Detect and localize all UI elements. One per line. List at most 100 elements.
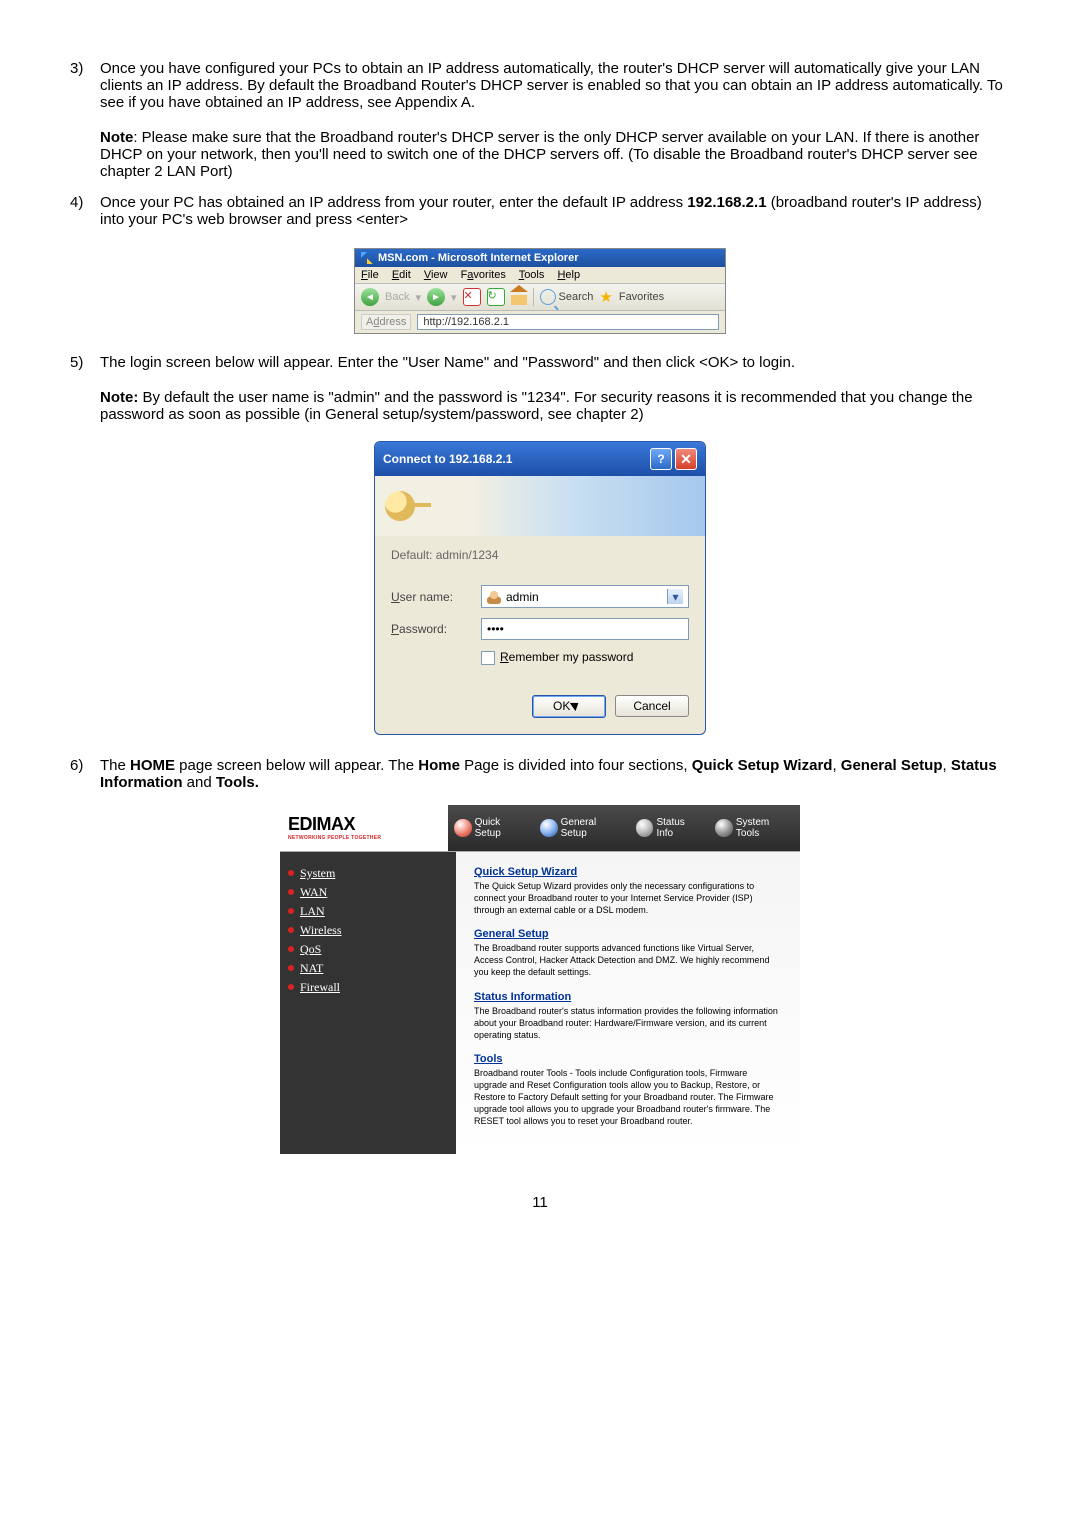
username-label: User name:User name: — [391, 580, 481, 613]
tab-status-info[interactable]: Status Info — [630, 817, 709, 839]
ie-logo-icon — [361, 252, 373, 264]
address-label: AddressAddress — [361, 314, 411, 330]
ok-button[interactable]: OK — [532, 695, 606, 718]
sidebar-item-qos[interactable]: QoS — [288, 942, 448, 957]
favorites-button[interactable]: Favorites — [619, 291, 664, 303]
home-sidebar: System WAN LAN Wireless QoS NAT Firewall — [280, 852, 456, 1154]
step-6-number: 6) — [70, 757, 100, 791]
ie-addressbar: AddressAddress http://192.168.2.1 — [355, 311, 725, 333]
tab-general-setup[interactable]: General Setup — [534, 817, 630, 839]
tab-quick-setup[interactable]: Quick Setup — [448, 817, 534, 839]
sidebar-item-wan[interactable]: WAN — [288, 885, 448, 900]
cursor-icon — [572, 700, 584, 714]
cancel-button[interactable]: Cancel — [615, 695, 689, 717]
menu-edit[interactable]: EditEdit — [392, 269, 411, 281]
bullet-icon — [288, 870, 294, 876]
step-4-number: 4) — [70, 194, 100, 228]
ball-icon — [636, 819, 654, 837]
remember-password-row[interactable]: Remember my passwordRemember my password — [481, 645, 689, 670]
step-6-body: The HOME page screen below will appear. … — [100, 757, 1010, 791]
note-label-5: Note: — [100, 389, 138, 406]
bullet-icon — [288, 946, 294, 952]
search-button[interactable]: Search — [540, 289, 594, 305]
login-dialog: Connect to 192.168.2.1 ? ✕ Default: admi… — [374, 441, 706, 735]
ball-icon — [715, 819, 733, 837]
section-title[interactable]: Status Information — [474, 991, 782, 1003]
sidebar-item-system[interactable]: System — [288, 866, 448, 881]
dropdown-arrow-icon[interactable]: ▾ — [667, 589, 683, 604]
login-titlebar: Connect to 192.168.2.1 ? ✕ — [375, 442, 705, 476]
remember-checkbox[interactable] — [481, 651, 495, 665]
home-header: EDIMAX NETWORKING PEOPLE TOGETHER Quick … — [280, 805, 800, 852]
menu-file[interactable]: FFileile — [361, 269, 379, 281]
note-text-5: By default the user name is "admin" and … — [100, 389, 973, 423]
menu-tools[interactable]: ToolsTools — [519, 269, 545, 281]
default-credentials-label: Default: admin/1234 — [391, 548, 689, 562]
step-3-body: Once you have configured your PCs to obt… — [100, 60, 1010, 180]
sidebar-item-lan[interactable]: LAN — [288, 904, 448, 919]
bullet-icon — [288, 908, 294, 914]
step-5-text: The login screen below will appear. Ente… — [100, 354, 795, 371]
step-4-body: Once your PC has obtained an IP address … — [100, 194, 1010, 228]
password-input[interactable]: •••• — [481, 618, 689, 640]
step-5-number: 5) — [70, 354, 100, 423]
back-button[interactable]: ◄ — [361, 288, 379, 306]
login-banner — [375, 476, 705, 536]
bullet-icon — [288, 965, 294, 971]
sidebar-item-nat[interactable]: NAT — [288, 961, 448, 976]
brand-tagline: NETWORKING PEOPLE TOGETHER — [288, 835, 381, 841]
section-quick-setup: Quick Setup Wizard The Quick Setup Wizar… — [474, 866, 782, 916]
password-label: Password:Password: — [391, 613, 481, 645]
step-6: 6) The HOME page screen below will appea… — [70, 757, 1010, 791]
section-body: The Broadband router's status informatio… — [474, 1005, 782, 1041]
section-title[interactable]: Quick Setup Wizard — [474, 866, 782, 878]
step-4-text-a: Once your PC has obtained an IP address … — [100, 194, 687, 211]
ie-titlebar: MSN.com - Microsoft Internet Explorer — [355, 249, 725, 267]
menu-view[interactable]: ViewView — [424, 269, 448, 281]
bullet-icon — [288, 927, 294, 933]
section-title[interactable]: General Setup — [474, 928, 782, 940]
menu-favorites[interactable]: FavoritesFavorites — [461, 269, 506, 281]
note-label: Note — [100, 129, 133, 146]
login-title-text: Connect to 192.168.2.1 — [383, 452, 512, 466]
search-icon — [540, 289, 556, 305]
login-body: Default: admin/1234 User name:User name:… — [375, 536, 705, 734]
close-button[interactable]: ✕ — [675, 448, 697, 470]
section-body: The Quick Setup Wizard provides only the… — [474, 880, 782, 916]
step-3: 3) Once you have configured your PCs to … — [70, 60, 1010, 180]
refresh-button[interactable]: ↻ — [487, 288, 505, 306]
step-3-number: 3) — [70, 60, 100, 180]
sidebar-item-wireless[interactable]: Wireless — [288, 923, 448, 938]
stop-button[interactable]: ✕ — [463, 288, 481, 306]
user-icon — [487, 590, 501, 604]
address-input[interactable]: http://192.168.2.1 — [417, 314, 719, 330]
step-5: 5) The login screen below will appear. E… — [70, 354, 1010, 423]
toolbar-separator — [533, 288, 534, 306]
section-title[interactable]: Tools — [474, 1053, 782, 1065]
bullet-icon — [288, 889, 294, 895]
home-page-figure: EDIMAX NETWORKING PEOPLE TOGETHER Quick … — [280, 805, 800, 1154]
home-main: Quick Setup Wizard The Quick Setup Wizar… — [456, 852, 800, 1154]
login-buttons: OK Cancel — [391, 695, 689, 718]
tab-system-tools[interactable]: System Tools — [709, 817, 800, 839]
home-button[interactable] — [511, 289, 527, 305]
note-text: : Please make sure that the Broadband ro… — [100, 129, 979, 180]
help-button[interactable]: ? — [650, 448, 672, 470]
home-body: System WAN LAN Wireless QoS NAT Firewall… — [280, 852, 800, 1154]
menu-help[interactable]: HelpHelp — [557, 269, 580, 281]
section-status-info: Status Information The Broadband router'… — [474, 991, 782, 1041]
brand-logo: EDIMAX NETWORKING PEOPLE TOGETHER — [280, 805, 448, 851]
page-number: 11 — [70, 1194, 1010, 1211]
ball-icon — [454, 819, 472, 837]
step-3-note: Note: Please make sure that the Broadban… — [100, 129, 1010, 180]
username-value: admin — [506, 590, 539, 604]
section-body: Broadband router Tools - Tools include C… — [474, 1067, 782, 1128]
sidebar-item-firewall[interactable]: Firewall — [288, 980, 448, 995]
password-value: •••• — [487, 622, 504, 636]
forward-button[interactable]: ► — [427, 288, 445, 306]
ball-icon — [540, 819, 558, 837]
ie-toolbar: ◄ Back ▾ ► ▾ ✕ ↻ Search ★ Favorites — [355, 284, 725, 311]
username-input[interactable]: admin ▾ — [481, 585, 689, 608]
section-tools: Tools Broadband router Tools - Tools inc… — [474, 1053, 782, 1128]
section-body: The Broadband router supports advanced f… — [474, 942, 782, 978]
